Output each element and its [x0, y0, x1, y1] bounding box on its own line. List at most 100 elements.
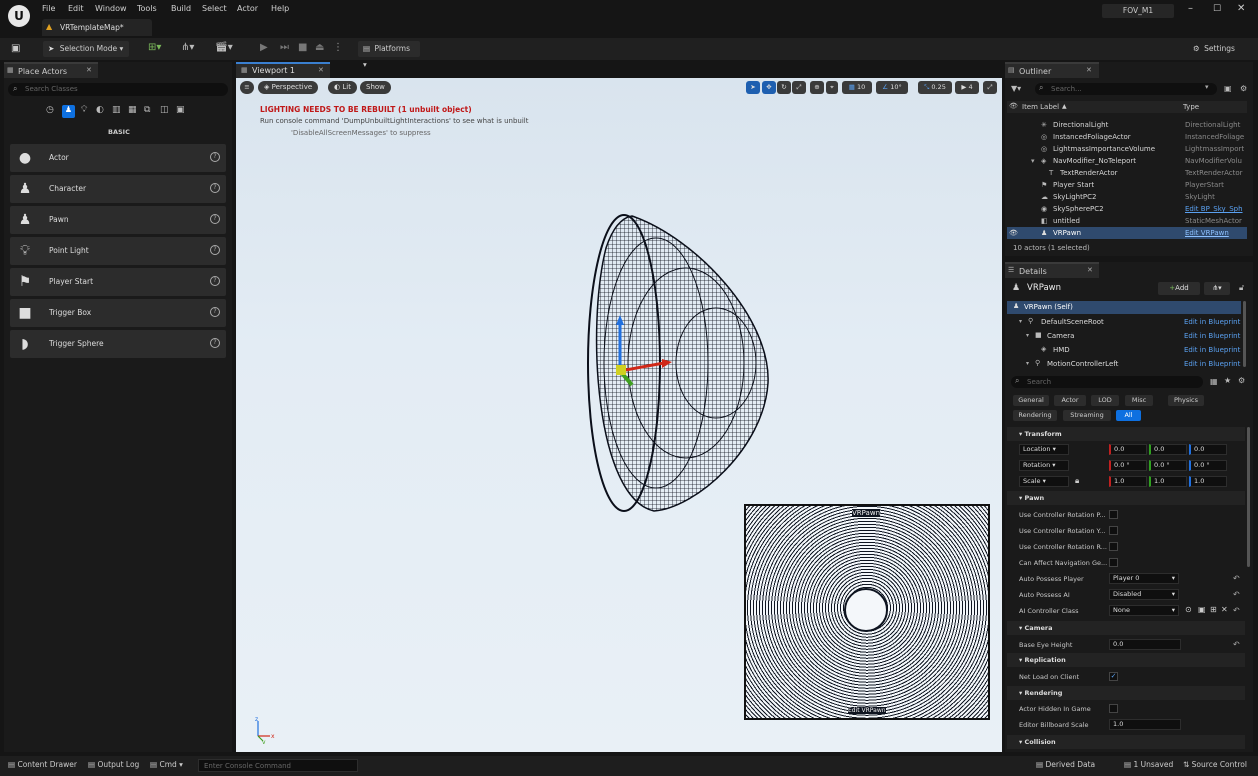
menu-actor[interactable]: Actor: [237, 4, 258, 13]
viewport-tab[interactable]: ▦ Viewport 1 ✕: [236, 62, 330, 78]
close-tab-icon[interactable]: ✕: [1087, 266, 1093, 274]
rotation-z-field[interactable]: 0.0 °: [1189, 460, 1227, 471]
component-row[interactable]: ▾ ■ Camera Edit in Blueprint: [1007, 330, 1241, 343]
blueprint-options-button[interactable]: ⋔▾: [1204, 282, 1230, 295]
settings-button[interactable]: ⚙ Settings: [1188, 41, 1248, 57]
maximize-viewport-icon[interactable]: ⤢: [983, 81, 997, 94]
ai-controller-class-dropdown[interactable]: None ▾: [1109, 605, 1179, 616]
new-folder-icon[interactable]: ▣: [1224, 84, 1232, 93]
more-icon[interactable]: ▣: [176, 105, 185, 115]
details-search-input[interactable]: ⌕ Search: [1011, 376, 1203, 388]
actor-item-character[interactable]: ♟ Character ?: [10, 175, 226, 203]
outliner-row[interactable]: T TextRenderActor TextRenderActor: [1007, 167, 1247, 179]
rotation-dropdown[interactable]: Rotation ▾: [1019, 460, 1069, 471]
step-icon[interactable]: ⏭: [280, 42, 289, 53]
details-scrollbar[interactable]: [1243, 301, 1246, 367]
menu-help[interactable]: Help: [271, 4, 289, 13]
outliner-row[interactable]: ☁ SkyLightPC2 SkyLight: [1007, 191, 1247, 203]
place-actors-tab[interactable]: Place Actors: [4, 62, 98, 78]
scale-snap-toggle[interactable]: ⤡ 0.25: [918, 81, 952, 94]
scale-x-field[interactable]: 1.0: [1109, 476, 1147, 487]
use-selected-icon[interactable]: ⊙: [1185, 605, 1192, 614]
add-content-icon[interactable]: ⊞▾: [148, 42, 161, 53]
editor-billboard-scale-field[interactable]: 1.0: [1109, 719, 1181, 730]
unreal-logo-icon[interactable]: U: [8, 5, 30, 27]
outliner-row-selected[interactable]: 👁︎ ♟ VRPawn Edit VRPawn: [1007, 227, 1247, 239]
stop-icon[interactable]: ■: [298, 42, 307, 53]
blueprint-icon[interactable]: ⋔▾: [181, 42, 194, 53]
use-controller-rotation-yaw-checkbox[interactable]: [1109, 526, 1118, 535]
details-tab[interactable]: Details: [1005, 262, 1099, 278]
component-row[interactable]: ◈ HMD Edit in Blueprint: [1007, 344, 1241, 357]
eye-icon[interactable]: 👁︎: [1009, 102, 1018, 110]
maximize-icon[interactable]: ☐: [1213, 4, 1221, 14]
scale-icon[interactable]: ⤢: [792, 81, 806, 94]
replication-category[interactable]: ▾ Replication: [1007, 653, 1245, 667]
camera-speed-button[interactable]: ▶ 4: [955, 81, 979, 94]
help-icon[interactable]: ?: [210, 307, 220, 317]
expand-icon[interactable]: ▾: [1019, 318, 1022, 325]
basic-icon[interactable]: ♟: [62, 105, 75, 118]
map-tab[interactable]: ▲ VRTemplateMap*: [42, 19, 152, 36]
filter-streaming[interactable]: Streaming: [1063, 410, 1111, 421]
level-viewport[interactable]: ≡ ◈ Perspective ◐ Lit Show ➤ ✥ ↻ ⤢ ⊕ ⌖ ▦…: [236, 78, 1002, 752]
scale-y-field[interactable]: 1.0: [1149, 476, 1187, 487]
menu-window[interactable]: Window: [95, 4, 127, 13]
row-type-link[interactable]: Edit BP_Sky_Sph: [1185, 203, 1243, 215]
show-button[interactable]: Show: [360, 81, 391, 94]
camera-category[interactable]: ▾ Camera: [1007, 621, 1245, 635]
surface-snap-icon[interactable]: ⌖: [826, 81, 838, 94]
menu-build[interactable]: Build: [171, 4, 191, 13]
scale-dropdown[interactable]: Scale ▾: [1019, 476, 1069, 487]
help-icon[interactable]: ?: [210, 183, 220, 193]
selection-mode-dropdown[interactable]: ➤ Selection Mode ▾: [43, 41, 129, 57]
auto-possess-player-dropdown[interactable]: Player 0 ▾: [1109, 573, 1179, 584]
outliner-search-input[interactable]: ⌕ Search... ▾: [1035, 83, 1217, 95]
browse-icon[interactable]: ▣: [1198, 605, 1206, 614]
rotation-y-field[interactable]: 0.0 °: [1149, 460, 1187, 471]
expand-icon[interactable]: ▾: [1026, 360, 1029, 367]
outliner-row[interactable]: ◎ LightmassImportanceVolume LightmassImp…: [1007, 143, 1247, 155]
close-tab-icon[interactable]: ✕: [86, 66, 92, 74]
platforms-dropdown[interactable]: ▤ Platforms ▾: [358, 41, 420, 69]
actor-hidden-in-game-checkbox[interactable]: [1109, 704, 1118, 713]
outliner-row[interactable]: ◉ SkySpherePC2 Edit BP_Sky_Sph: [1007, 203, 1247, 215]
actor-item-point-light[interactable]: 💡︎ Point Light ?: [10, 237, 226, 265]
outliner-row[interactable]: ▾ ◈ NavModifier_NoTeleport NavModifierVo…: [1007, 155, 1247, 167]
outliner-row[interactable]: ✳ DirectionalLight DirectionalLight: [1007, 119, 1247, 131]
can-affect-navigation-checkbox[interactable]: [1109, 558, 1118, 567]
grid-snap-toggle[interactable]: ▦ 10: [842, 81, 872, 94]
search-classes-input[interactable]: ⌕ Search Classes: [8, 83, 228, 96]
expand-icon[interactable]: ▾: [1026, 332, 1029, 339]
visual-effects-icon[interactable]: ▥: [112, 105, 121, 115]
filter-all[interactable]: All: [1116, 410, 1141, 421]
world-local-icon[interactable]: ⊕: [810, 81, 824, 94]
component-row-selected[interactable]: ♟ VRPawn (Self): [1007, 301, 1241, 314]
reset-icon[interactable]: ↶: [1233, 640, 1240, 649]
play-icon[interactable]: ▶: [260, 42, 268, 53]
hamburger-menu-icon[interactable]: ≡: [240, 81, 254, 94]
outliner-row[interactable]: ⚑ Player Start PlayerStart: [1007, 179, 1247, 191]
cmd-dropdown[interactable]: ▤ Cmd ▾: [150, 760, 183, 769]
component-row[interactable]: ▾ ⚲ MotionControllerLeft Edit in Bluepri…: [1007, 358, 1241, 371]
filter-actor[interactable]: Actor: [1054, 395, 1086, 406]
add-component-button[interactable]: +Add: [1158, 282, 1200, 295]
actor-item-player-start[interactable]: ⚑ Player Start ?: [10, 268, 226, 296]
actor-item-trigger-sphere[interactable]: ◗ Trigger Sphere ?: [10, 330, 226, 358]
derived-data-button[interactable]: ▤ Derived Data: [1036, 760, 1095, 769]
location-dropdown[interactable]: Location ▾: [1019, 444, 1069, 455]
close-tab-icon[interactable]: ✕: [318, 66, 324, 74]
filter-misc[interactable]: Misc: [1125, 395, 1153, 406]
geometry-icon[interactable]: ▦: [128, 105, 137, 115]
translate-icon[interactable]: ✥: [762, 81, 776, 94]
console-command-input[interactable]: Enter Console Command: [198, 759, 358, 772]
location-x-field[interactable]: 0.0: [1109, 444, 1147, 455]
edit-in-blueprint-link[interactable]: Edit in Blueprint: [1184, 360, 1240, 368]
menu-edit[interactable]: Edit: [68, 4, 84, 13]
new-class-icon[interactable]: ⊞: [1210, 605, 1217, 614]
properties-scrollbar[interactable]: [1247, 427, 1250, 567]
cinematics-icon[interactable]: 🎬︎▾: [215, 42, 233, 53]
rotation-snap-toggle[interactable]: ∠ 10°: [876, 81, 908, 94]
help-icon[interactable]: ?: [210, 245, 220, 255]
transform-category[interactable]: ▾ Transform: [1007, 427, 1245, 441]
